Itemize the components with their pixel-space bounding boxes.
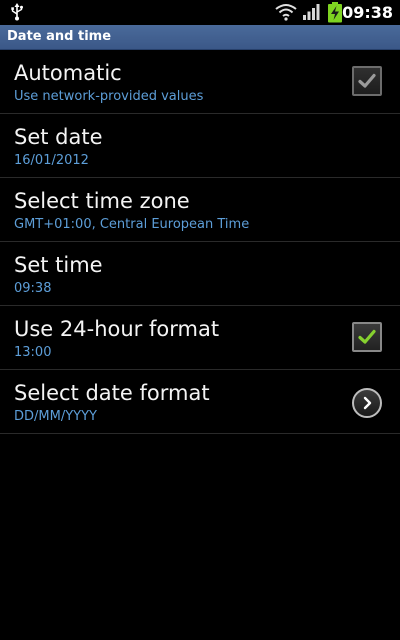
setting-summary: DD/MM/YYYY: [14, 409, 97, 424]
setting-24-hour-format[interactable]: Use 24-hour format 13:00: [0, 306, 400, 370]
status-bar-clock: 09:38: [342, 3, 393, 22]
setting-title: Set date: [14, 125, 103, 149]
setting-summary: 09:38: [14, 281, 52, 296]
page-title: Date and time: [7, 29, 112, 44]
setting-select-date-format[interactable]: Select date format DD/MM/YYYY: [0, 370, 400, 434]
setting-title: Select time zone: [14, 189, 190, 213]
date-format-arrow-button[interactable]: [352, 388, 382, 418]
wifi-icon: [275, 3, 297, 21]
chevron-right-icon: [363, 396, 372, 410]
setting-title: Automatic: [14, 61, 122, 85]
checkmark-icon: [358, 329, 376, 344]
setting-title: Set time: [14, 253, 103, 277]
settings-list: Automatic Use network-provided values Se…: [0, 50, 400, 434]
setting-summary: 16/01/2012: [14, 153, 89, 168]
setting-set-date[interactable]: Set date 16/01/2012: [0, 114, 400, 178]
setting-summary: 13:00: [14, 345, 52, 360]
setting-title: Select date format: [14, 381, 210, 405]
setting-set-time[interactable]: Set time 09:38: [0, 242, 400, 306]
usb-icon: [10, 3, 24, 21]
checkmark-icon: [358, 73, 376, 88]
setting-automatic[interactable]: Automatic Use network-provided values: [0, 50, 400, 114]
24-hour-format-checkbox[interactable]: [352, 322, 382, 352]
setting-select-time-zone[interactable]: Select time zone GMT+01:00, Central Euro…: [0, 178, 400, 242]
battery-charging-icon: [327, 2, 343, 23]
signal-icon: [302, 3, 320, 21]
setting-summary: Use network-provided values: [14, 89, 204, 104]
setting-summary: GMT+01:00, Central European Time: [14, 217, 250, 232]
title-bar: Date and time: [0, 25, 400, 50]
setting-title: Use 24-hour format: [14, 317, 220, 341]
automatic-checkbox[interactable]: [352, 66, 382, 96]
status-bar: 09:38: [0, 0, 400, 25]
